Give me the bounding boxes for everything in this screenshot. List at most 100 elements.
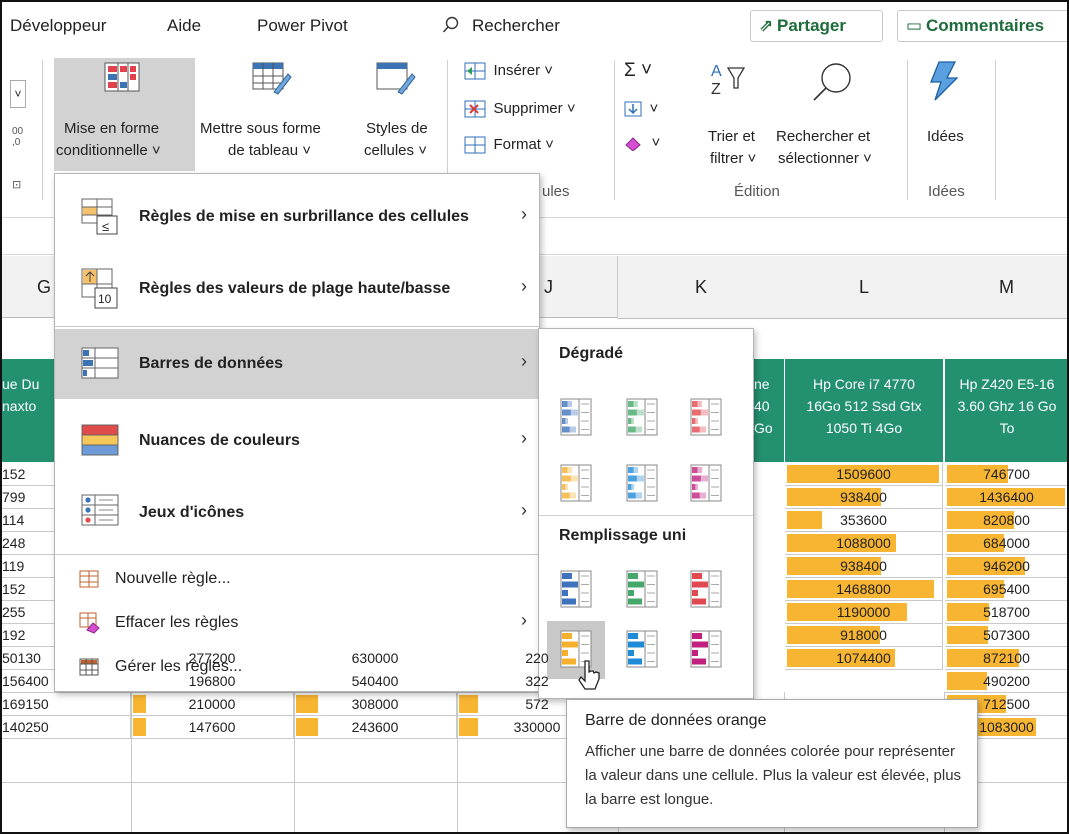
ideas-button[interactable]: Idées	[917, 58, 979, 171]
cell-l[interactable]: 918000	[785, 624, 943, 647]
cell-l[interactable]: 1190000	[785, 601, 943, 624]
chevron-right-icon: ›	[521, 276, 527, 296]
cell-styles-button[interactable]: Styles de cellules ˅	[352, 58, 442, 171]
cell-l[interactable]: 1088000	[785, 532, 943, 555]
gradient-green-data-bar[interactable]	[613, 389, 671, 447]
sort-filter-button[interactable]: A Z Trier et filtrer ˅	[692, 58, 774, 171]
cell-g[interactable]: 255	[2, 601, 56, 624]
cell-m[interactable]: 507300	[945, 624, 1067, 647]
tab-power-pivot[interactable]: Power Pivot	[257, 16, 348, 36]
icon-sets-icon	[81, 494, 119, 526]
gradient-purple-data-bar[interactable]	[677, 455, 735, 513]
cell-g[interactable]: 192	[2, 624, 56, 647]
dialog-launcher-icon[interactable]: ⊡	[12, 178, 21, 191]
cell-g[interactable]: 799	[2, 486, 56, 509]
cell-l[interactable]: 1509600	[785, 463, 943, 486]
column-header-k[interactable]: K	[618, 256, 785, 319]
data-bars-icon	[81, 347, 119, 379]
gradient-orange-data-bar[interactable]	[547, 455, 605, 513]
menu-item-icon-sets[interactable]: Jeux d'icônes ›	[55, 478, 539, 548]
gradient-red-data-bar[interactable]	[677, 389, 735, 447]
sort-filter-label-2: filtrer ˅	[710, 150, 757, 167]
menu-item-top-bottom-rules[interactable]: 10 Règles des valeurs de plage haute/bas…	[55, 254, 539, 324]
cell-m[interactable]: 820800	[945, 509, 1067, 532]
number-format-dropdown[interactable]: ˅	[10, 80, 26, 108]
cell-l[interactable]: 353600	[785, 509, 943, 532]
data-bar-style-icon	[626, 630, 658, 668]
data-bar	[133, 695, 146, 713]
search-input[interactable]: Rechercher	[472, 16, 560, 36]
cell-g[interactable]: 152	[2, 463, 56, 486]
cell-l[interactable]: 938400	[785, 555, 943, 578]
solid-red-data-bar[interactable]	[677, 561, 735, 619]
solid-light-blue-data-bar[interactable]	[613, 621, 671, 679]
cell-m[interactable]: 518700	[945, 601, 1067, 624]
cell-l[interactable]: 1468800	[785, 578, 943, 601]
cell-m[interactable]: 872100	[945, 647, 1067, 670]
decimal-icon[interactable]: 00,0	[12, 126, 23, 148]
autosum-button[interactable]: Σ ˅	[624, 60, 652, 82]
cell-m[interactable]: 746700	[945, 463, 1067, 486]
cell-h[interactable]: 147600	[131, 716, 294, 739]
data-bar	[947, 626, 988, 644]
menu-item-new-rule[interactable]: Nouvelle règle...	[55, 558, 539, 598]
tab-help[interactable]: Aide	[167, 16, 201, 36]
search-icon[interactable]	[442, 16, 460, 39]
header-cell-m-text: Hp Z420 E5-16 3.60 Ghz 16 Go To	[957, 376, 1057, 436]
cell-m[interactable]: 684000	[945, 532, 1067, 555]
cell-h[interactable]: 210000	[131, 693, 294, 716]
eraser-icon	[625, 137, 641, 152]
header-cell-g-text: ue Du naxto	[2, 376, 40, 414]
insert-button[interactable]: Insérer ˅	[464, 62, 553, 80]
manage-rules-icon	[79, 658, 99, 676]
fill-button[interactable]: ˅	[624, 100, 658, 118]
svg-text:10: 10	[98, 292, 112, 306]
conditional-formatting-button[interactable]: Mise en forme conditionnelle ˅	[54, 58, 195, 171]
cell-g[interactable]: 119	[2, 555, 56, 578]
cell-g[interactable]: 114	[2, 509, 56, 532]
delete-button[interactable]: Supprimer ˅	[464, 100, 576, 118]
cell-g[interactable]: 248	[2, 532, 56, 555]
cell-i[interactable]: 243600	[294, 716, 457, 739]
solid-green-data-bar[interactable]	[613, 561, 671, 619]
format-as-table-button[interactable]: Mettre sous forme de tableau ˅	[198, 58, 356, 171]
solid-purple-data-bar[interactable]	[677, 621, 735, 679]
gradient-blue-data-bar[interactable]	[547, 389, 605, 447]
menu-item-color-scales[interactable]: Nuances de couleurs ›	[55, 406, 539, 476]
insert-cells-icon	[464, 62, 486, 80]
cell-i[interactable]: 308000	[294, 693, 457, 716]
cell-l[interactable]: 1074400	[785, 647, 943, 670]
menu-item-label: Règles de mise en surbrillance des cellu…	[139, 208, 469, 225]
menu-item-label: Règles des valeurs de plage haute/basse	[139, 280, 451, 297]
tab-developer[interactable]: Développeur	[10, 16, 106, 36]
data-bar	[459, 695, 478, 713]
solid-blue-data-bar[interactable]	[547, 561, 605, 619]
color-scales-icon	[81, 424, 119, 456]
cell-m[interactable]: 1436400	[945, 486, 1067, 509]
find-select-label-1: Rechercher et	[776, 128, 871, 145]
format-button[interactable]: Format ˅	[464, 136, 554, 154]
group-separator	[42, 60, 43, 200]
menu-item-data-bars[interactable]: Barres de données ›	[55, 329, 539, 399]
cell-g[interactable]: 152	[2, 578, 56, 601]
cell-g[interactable]: 140250	[2, 716, 131, 739]
menu-item-manage-rules[interactable]: Gérer les règles...	[55, 646, 539, 686]
cell-m[interactable]: 946200	[945, 555, 1067, 578]
column-header-j[interactable]: J	[538, 256, 618, 318]
cell-g[interactable]: 169150	[2, 693, 131, 716]
cell-styles-label-2: cellules ˅	[364, 142, 427, 159]
find-select-button[interactable]: Rechercher et sélectionner ˅	[772, 58, 882, 171]
column-header-l[interactable]: L	[784, 256, 945, 319]
gradient-light-blue-data-bar[interactable]	[613, 455, 671, 513]
share-button[interactable]: ⇗ Partager	[750, 10, 883, 42]
column-header-g[interactable]: G	[2, 256, 56, 318]
cell-m[interactable]: 490200	[945, 670, 1067, 693]
comments-button[interactable]: ▭ Commentaires	[897, 10, 1067, 42]
cell-l[interactable]: 938400	[785, 486, 943, 509]
menu-item-highlight-rules[interactable]: ≤ Règles de mise en surbrillance des cel…	[55, 182, 539, 252]
cell-m[interactable]: 695400	[945, 578, 1067, 601]
menu-item-clear-rules[interactable]: Effacer les règles ›	[55, 602, 539, 642]
column-header-m[interactable]: M	[944, 256, 1067, 319]
clear-button[interactable]: ˅	[624, 134, 660, 152]
data-bar-style-icon	[560, 464, 592, 502]
